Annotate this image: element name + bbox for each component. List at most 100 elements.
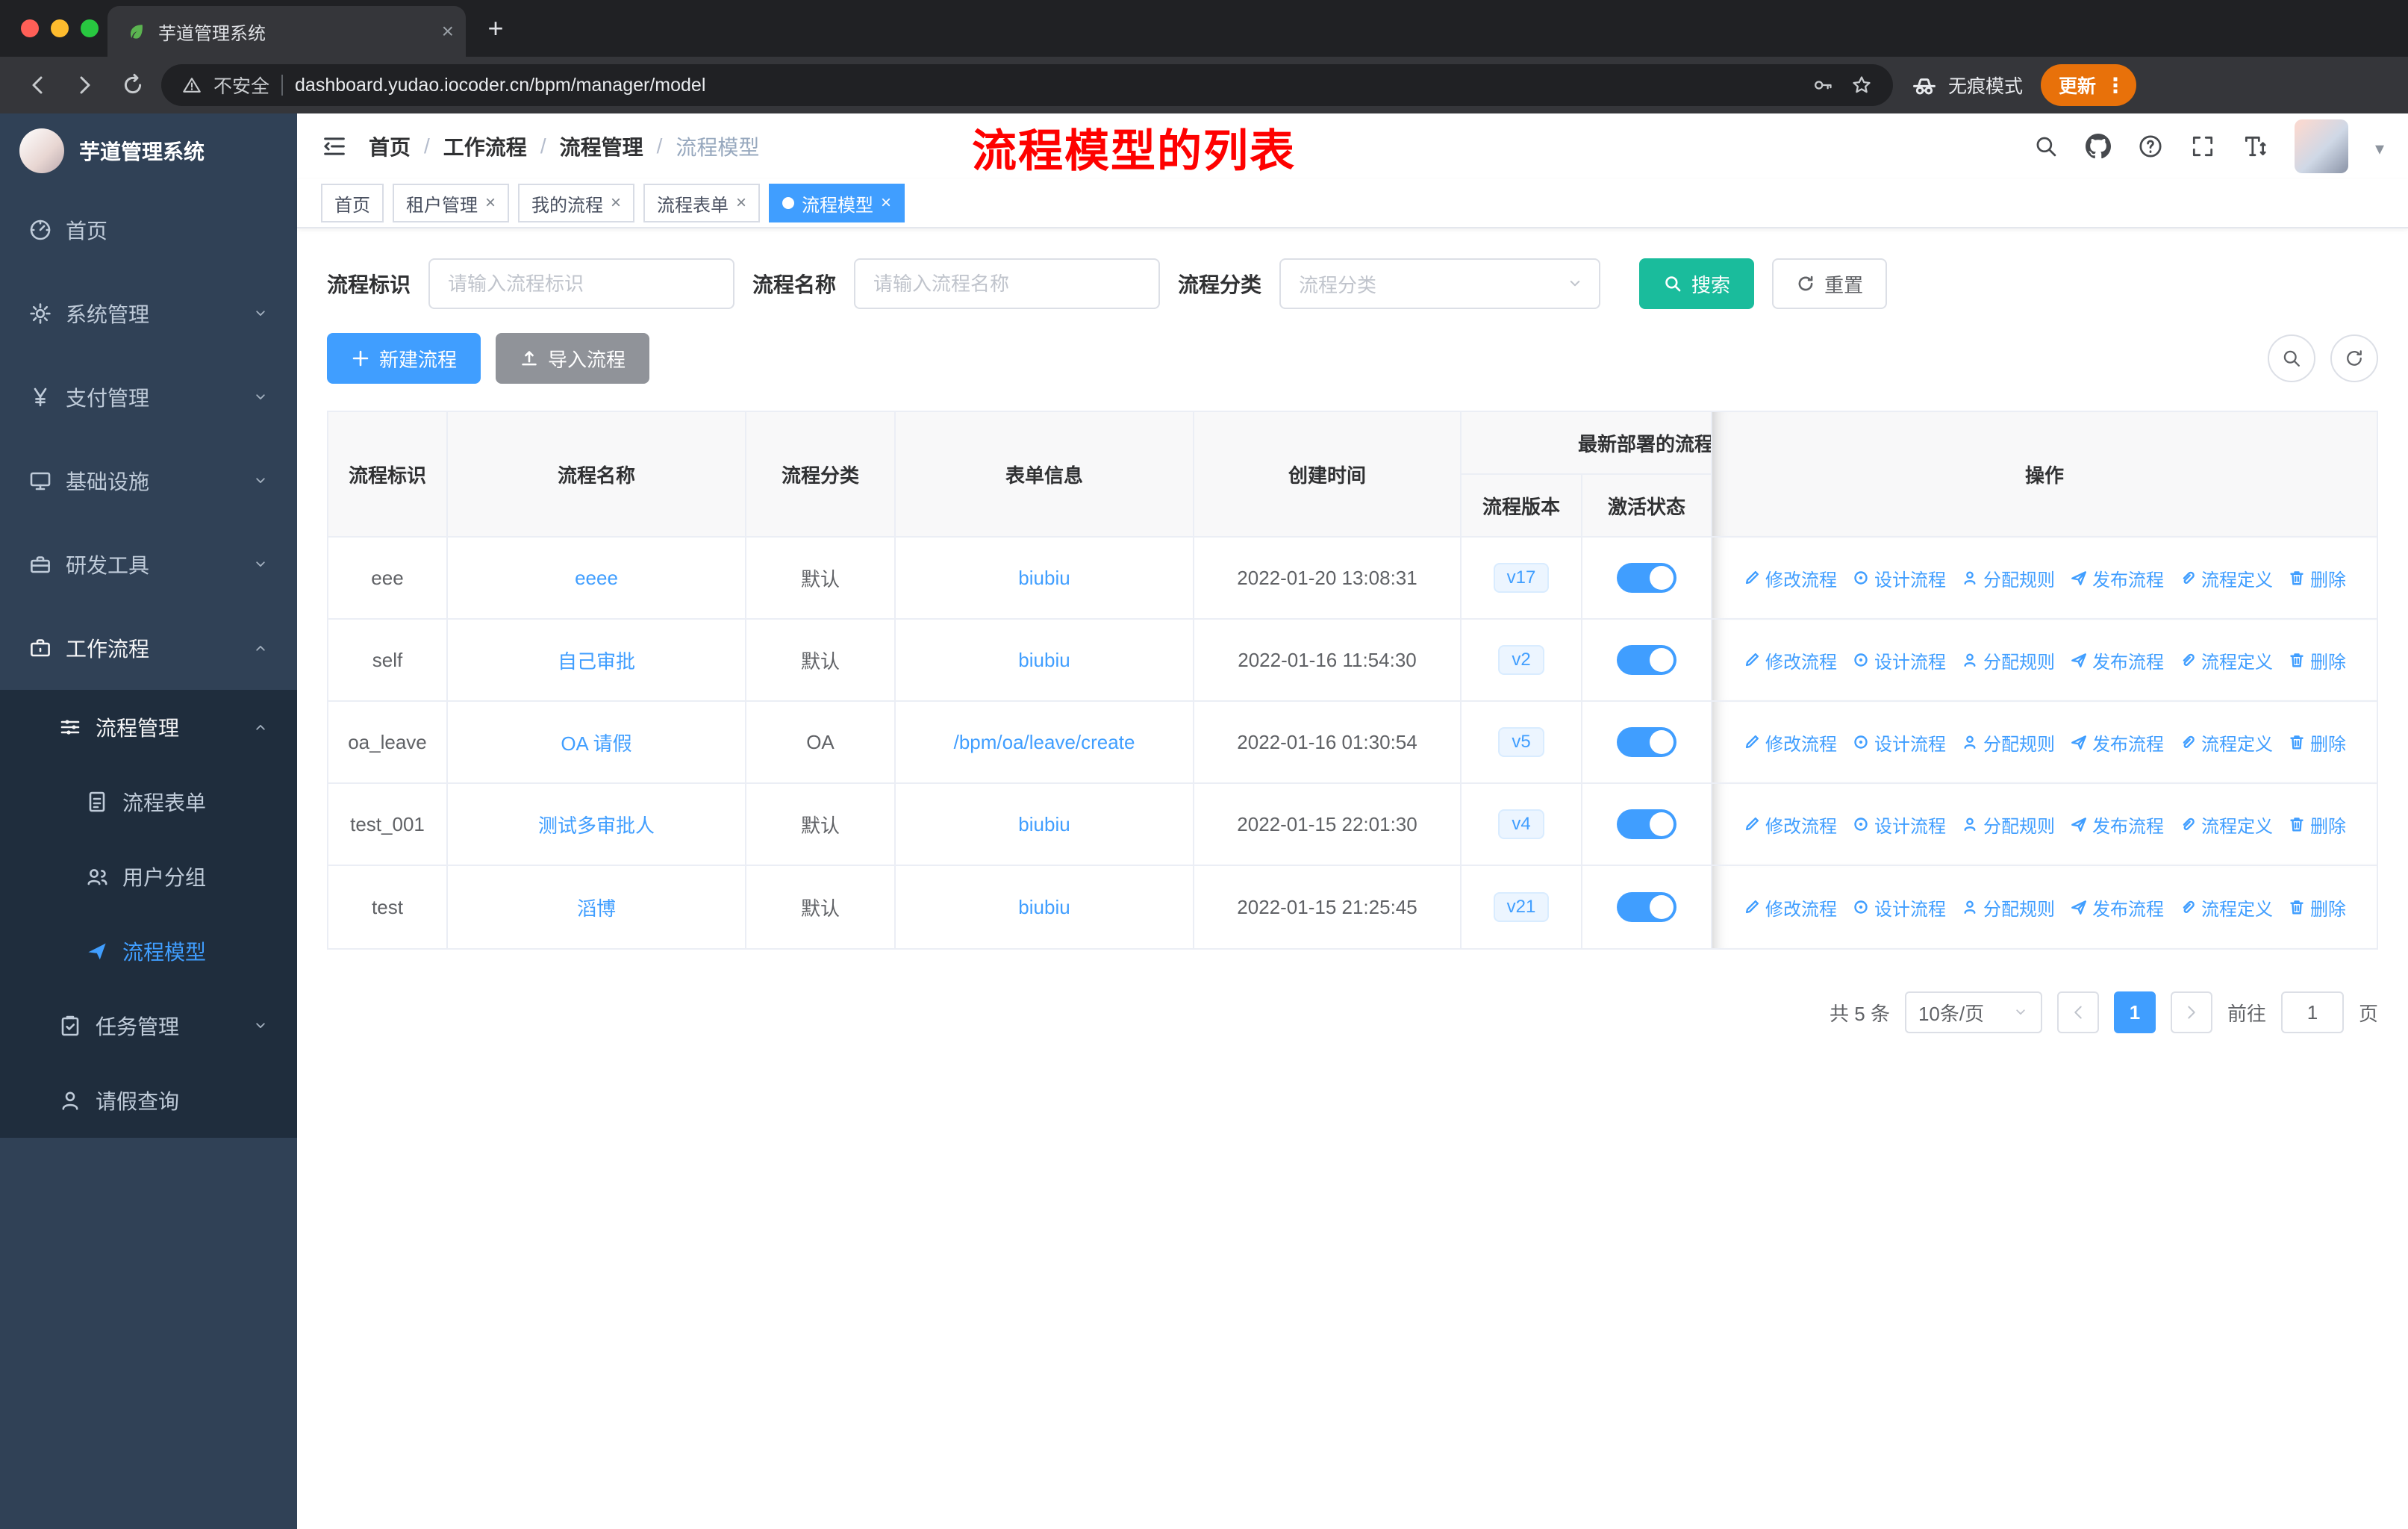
sidebar-item-workflow[interactable]: 工作流程 — [0, 606, 297, 690]
active-toggle[interactable] — [1617, 563, 1676, 593]
update-browser-button[interactable]: 更新 — [2041, 64, 2137, 106]
form-info-link[interactable]: biubiu — [1018, 567, 1070, 590]
tag-process-model[interactable]: 流程模型 — [769, 184, 905, 222]
bookmark-star-icon[interactable] — [1851, 75, 1872, 96]
browser-menu-icon[interactable] — [2105, 73, 2126, 98]
active-toggle[interactable] — [1617, 645, 1676, 675]
form-info-link[interactable]: biubiu — [1018, 649, 1070, 672]
op-publish-process-link[interactable]: 发布流程 — [2070, 565, 2164, 591]
version-badge[interactable]: v17 — [1493, 563, 1550, 593]
breadcrumb-workflow[interactable]: 工作流程 — [443, 131, 527, 161]
op-edit-process-link[interactable]: 修改流程 — [1743, 565, 1837, 591]
process-name-link[interactable]: eeee — [575, 567, 618, 590]
op-edit-process-link[interactable]: 修改流程 — [1743, 647, 1837, 673]
breadcrumb-home[interactable]: 首页 — [369, 131, 411, 161]
op-assign-rule-link[interactable]: 分配规则 — [1961, 565, 2055, 591]
goto-page-input[interactable] — [2280, 991, 2344, 1033]
op-edit-process-link[interactable]: 修改流程 — [1743, 729, 1837, 756]
fullscreen-icon[interactable] — [2190, 134, 2215, 159]
tag-my-process[interactable]: 我的流程 — [518, 184, 635, 222]
process-name-link[interactable]: 滔博 — [577, 894, 616, 921]
process-name-link[interactable]: 自己审批 — [558, 647, 635, 674]
form-info-link[interactable]: biubiu — [1018, 896, 1070, 919]
filter-category-select[interactable]: 流程分类 — [1279, 258, 1601, 309]
sidebar-item-system[interactable]: 系统管理 — [0, 272, 297, 355]
next-page-button[interactable] — [2170, 991, 2212, 1033]
op-design-process-link[interactable]: 设计流程 — [1852, 647, 1946, 673]
url-bar[interactable]: 不安全 dashboard.yudao.iocoder.cn/bpm/manag… — [161, 64, 1893, 106]
sidebar-item-leave-query[interactable]: 请假查询 — [0, 1063, 297, 1138]
import-process-button[interactable]: 导入流程 — [496, 333, 650, 384]
sidebar-item-infrastructure[interactable]: 基础设施 — [0, 439, 297, 523]
op-delete-link[interactable]: 删除 — [2288, 894, 2346, 921]
github-icon[interactable] — [2086, 134, 2111, 159]
tag-home[interactable]: 首页 — [321, 184, 384, 222]
op-design-process-link[interactable]: 设计流程 — [1852, 729, 1946, 756]
version-badge[interactable]: v4 — [1498, 809, 1544, 839]
op-edit-process-link[interactable]: 修改流程 — [1743, 812, 1837, 838]
op-assign-rule-link[interactable]: 分配规则 — [1961, 647, 2055, 673]
filter-key-input[interactable] — [428, 258, 735, 309]
op-publish-process-link[interactable]: 发布流程 — [2070, 812, 2164, 838]
back-button[interactable] — [18, 66, 57, 105]
form-info-link[interactable]: /bpm/oa/leave/create — [954, 731, 1135, 754]
sidebar-item-devtools[interactable]: 研发工具 — [0, 523, 297, 606]
browser-tab[interactable]: 芋道管理系统 — [107, 6, 466, 57]
tag-tenant[interactable]: 租户管理 — [393, 184, 510, 222]
minimize-window-button[interactable] — [51, 19, 69, 37]
op-delete-link[interactable]: 删除 — [2288, 565, 2346, 591]
op-delete-link[interactable]: 删除 — [2288, 812, 2346, 838]
sidebar-item-process-model[interactable]: 流程模型 — [0, 914, 297, 988]
active-toggle[interactable] — [1617, 892, 1676, 922]
toggle-search-button[interactable] — [2268, 334, 2315, 382]
sidebar-item-payment[interactable]: 支付管理 — [0, 355, 297, 439]
version-badge[interactable]: v21 — [1493, 892, 1550, 922]
version-badge[interactable]: v2 — [1498, 645, 1544, 675]
op-process-definition-link[interactable]: 流程定义 — [2179, 565, 2273, 591]
reload-button[interactable] — [113, 66, 152, 105]
sidebar-item-process-mgmt[interactable]: 流程管理 — [0, 690, 297, 764]
sidebar-toggle-icon[interactable] — [321, 133, 348, 160]
close-window-button[interactable] — [21, 19, 39, 37]
reset-button[interactable]: 重置 — [1772, 258, 1888, 309]
close-icon[interactable] — [611, 193, 621, 214]
active-toggle[interactable] — [1617, 809, 1676, 839]
op-publish-process-link[interactable]: 发布流程 — [2070, 647, 2164, 673]
op-publish-process-link[interactable]: 发布流程 — [2070, 894, 2164, 921]
tab-close-icon[interactable] — [442, 19, 454, 43]
active-toggle[interactable] — [1617, 727, 1676, 757]
search-button[interactable]: 搜索 — [1639, 258, 1755, 309]
new-tab-button[interactable] — [475, 7, 517, 49]
help-icon[interactable] — [2138, 134, 2163, 159]
op-assign-rule-link[interactable]: 分配规则 — [1961, 812, 2055, 838]
op-design-process-link[interactable]: 设计流程 — [1852, 894, 1946, 921]
avatar-caret-icon[interactable] — [2375, 133, 2384, 161]
op-delete-link[interactable]: 删除 — [2288, 647, 2346, 673]
op-process-definition-link[interactable]: 流程定义 — [2179, 812, 2273, 838]
process-name-link[interactable]: 测试多审批人 — [538, 811, 655, 838]
page-number-button[interactable]: 1 — [2113, 991, 2156, 1033]
maximize-window-button[interactable] — [81, 19, 99, 37]
close-icon[interactable] — [485, 193, 496, 214]
filter-name-input[interactable] — [854, 258, 1161, 309]
op-design-process-link[interactable]: 设计流程 — [1852, 812, 1946, 838]
search-icon[interactable] — [2033, 134, 2059, 159]
forward-button[interactable] — [66, 66, 105, 105]
op-assign-rule-link[interactable]: 分配规则 — [1961, 729, 2055, 756]
form-info-link[interactable]: biubiu — [1018, 813, 1070, 836]
user-avatar[interactable] — [2294, 119, 2348, 173]
page-size-select[interactable]: 10条/页 — [1904, 991, 2042, 1033]
op-edit-process-link[interactable]: 修改流程 — [1743, 894, 1837, 921]
tag-process-form[interactable]: 流程表单 — [643, 184, 761, 222]
create-process-button[interactable]: 新建流程 — [327, 333, 481, 384]
refresh-table-button[interactable] — [2330, 334, 2378, 382]
sidebar-item-user-group[interactable]: 用户分组 — [0, 839, 297, 914]
sidebar-item-task-mgmt[interactable]: 任务管理 — [0, 988, 297, 1063]
password-key-icon[interactable] — [1812, 75, 1833, 96]
sidebar-item-home[interactable]: 首页 — [0, 188, 297, 272]
op-assign-rule-link[interactable]: 分配规则 — [1961, 894, 2055, 921]
op-delete-link[interactable]: 删除 — [2288, 729, 2346, 756]
breadcrumb-process-mgmt[interactable]: 流程管理 — [560, 131, 643, 161]
close-icon[interactable] — [736, 193, 746, 214]
version-badge[interactable]: v5 — [1498, 727, 1544, 757]
